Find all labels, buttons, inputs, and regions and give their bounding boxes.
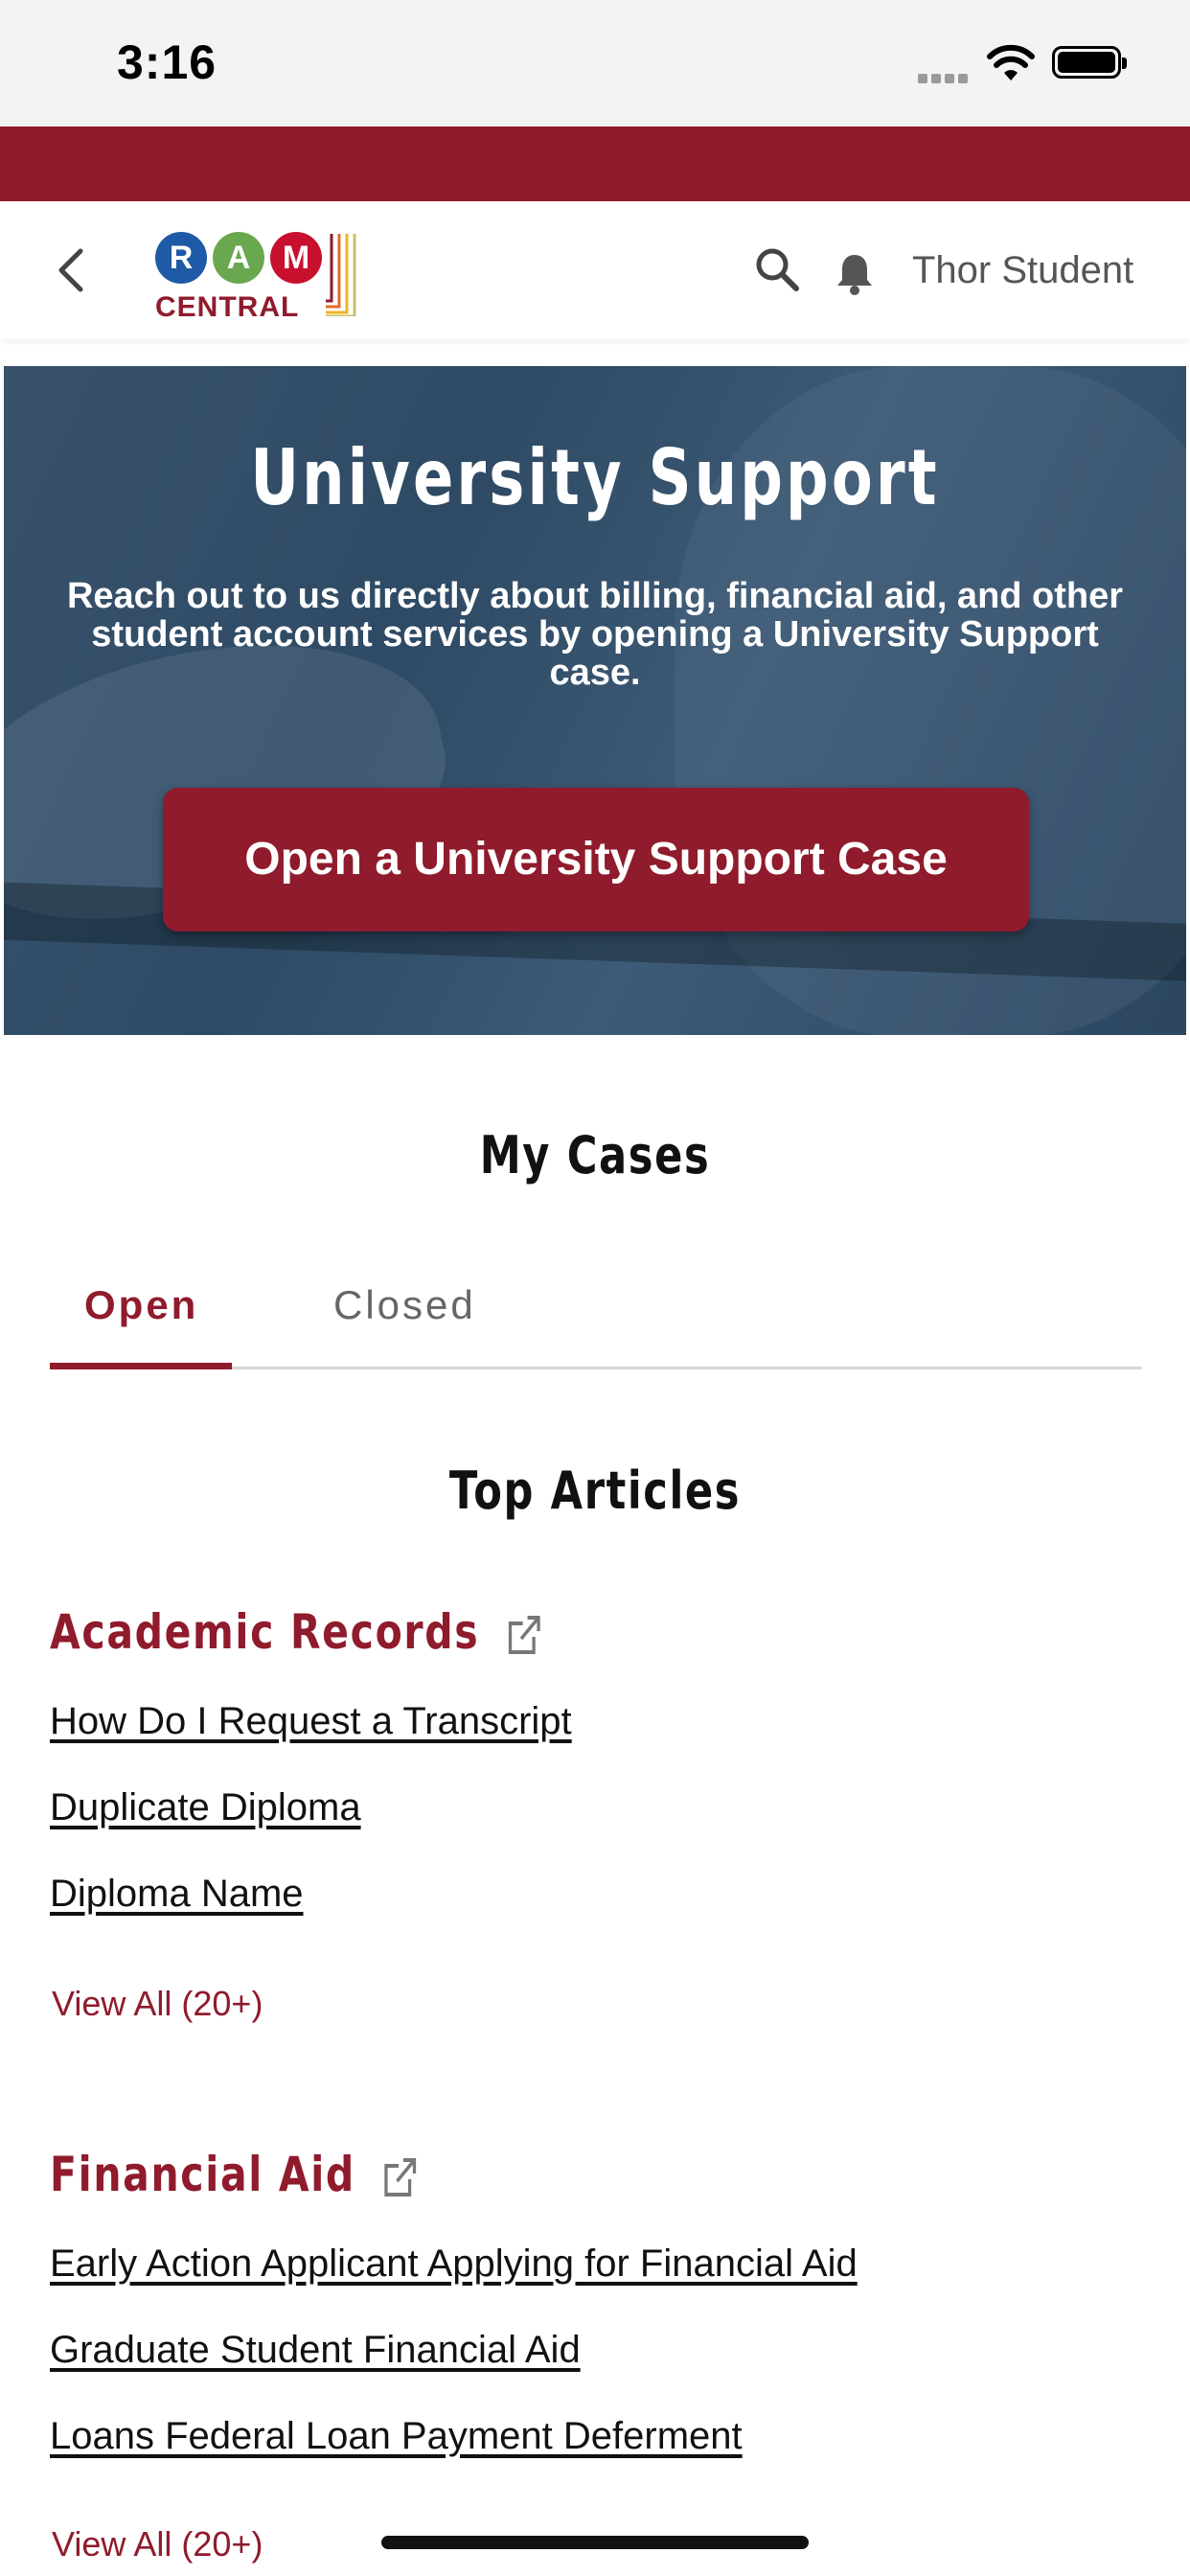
view-all-financial-aid-link[interactable]: View All (20+) xyxy=(52,2524,263,2564)
status-time: 3:16 xyxy=(117,35,217,89)
logo-letter-m: M xyxy=(270,232,322,284)
article-link[interactable]: Duplicate Diploma xyxy=(50,1786,361,1829)
search-icon[interactable] xyxy=(753,245,801,293)
category-academic-records[interactable]: Academic Records xyxy=(50,1604,541,1660)
hero-title: University Support xyxy=(250,433,940,522)
tab-closed[interactable]: Closed xyxy=(333,1282,476,1328)
user-name[interactable]: Thor Student xyxy=(912,249,1133,292)
article-link[interactable]: Early Action Applicant Applying for Fina… xyxy=(50,2242,858,2286)
my-cases-title: My Cases xyxy=(479,1125,711,1185)
top-articles-title: Top Articles xyxy=(448,1460,742,1521)
logo-letter-r: R xyxy=(155,232,207,284)
battery-icon xyxy=(1052,46,1127,79)
logo-letter-a: A xyxy=(213,232,264,284)
article-link[interactable]: Graduate Student Financial Aid xyxy=(50,2329,581,2372)
bell-icon[interactable] xyxy=(835,251,874,295)
category-financial-aid[interactable]: Financial Aid xyxy=(50,2147,418,2202)
status-bar: 3:16 xyxy=(0,0,1190,126)
logo-stripes-icon xyxy=(326,234,356,316)
back-chevron-icon[interactable] xyxy=(52,243,90,297)
cellular-signal-icon xyxy=(918,71,972,83)
brand-band xyxy=(0,126,1190,201)
external-link-icon xyxy=(508,1615,540,1654)
category-title: Academic Records xyxy=(50,1604,480,1660)
tab-open[interactable]: Open xyxy=(84,1282,198,1328)
active-tab-indicator xyxy=(50,1363,232,1369)
hero-description: Reach out to us directly about billing, … xyxy=(66,576,1124,693)
open-support-case-button[interactable]: Open a University Support Case xyxy=(163,788,1029,932)
cases-tabs: Open Closed xyxy=(50,1275,1142,1369)
wifi-icon xyxy=(987,44,1035,80)
external-link-icon xyxy=(384,2157,417,2196)
ram-central-logo[interactable]: R A M CENTRAL xyxy=(153,222,364,323)
app-header: R A M CENTRAL Thor Student xyxy=(0,201,1190,339)
article-link[interactable]: Loans Federal Loan Payment Deferment xyxy=(50,2415,743,2458)
home-indicator[interactable] xyxy=(381,2536,809,2549)
university-support-hero: University Support Reach out to us direc… xyxy=(4,366,1186,1035)
view-all-academic-records-link[interactable]: View All (20+) xyxy=(52,1984,263,2024)
article-link[interactable]: Diploma Name xyxy=(50,1873,304,1916)
logo-central-text: CENTRAL xyxy=(155,291,300,323)
article-link[interactable]: How Do I Request a Transcript xyxy=(50,1700,572,1743)
category-title: Financial Aid xyxy=(50,2147,355,2202)
